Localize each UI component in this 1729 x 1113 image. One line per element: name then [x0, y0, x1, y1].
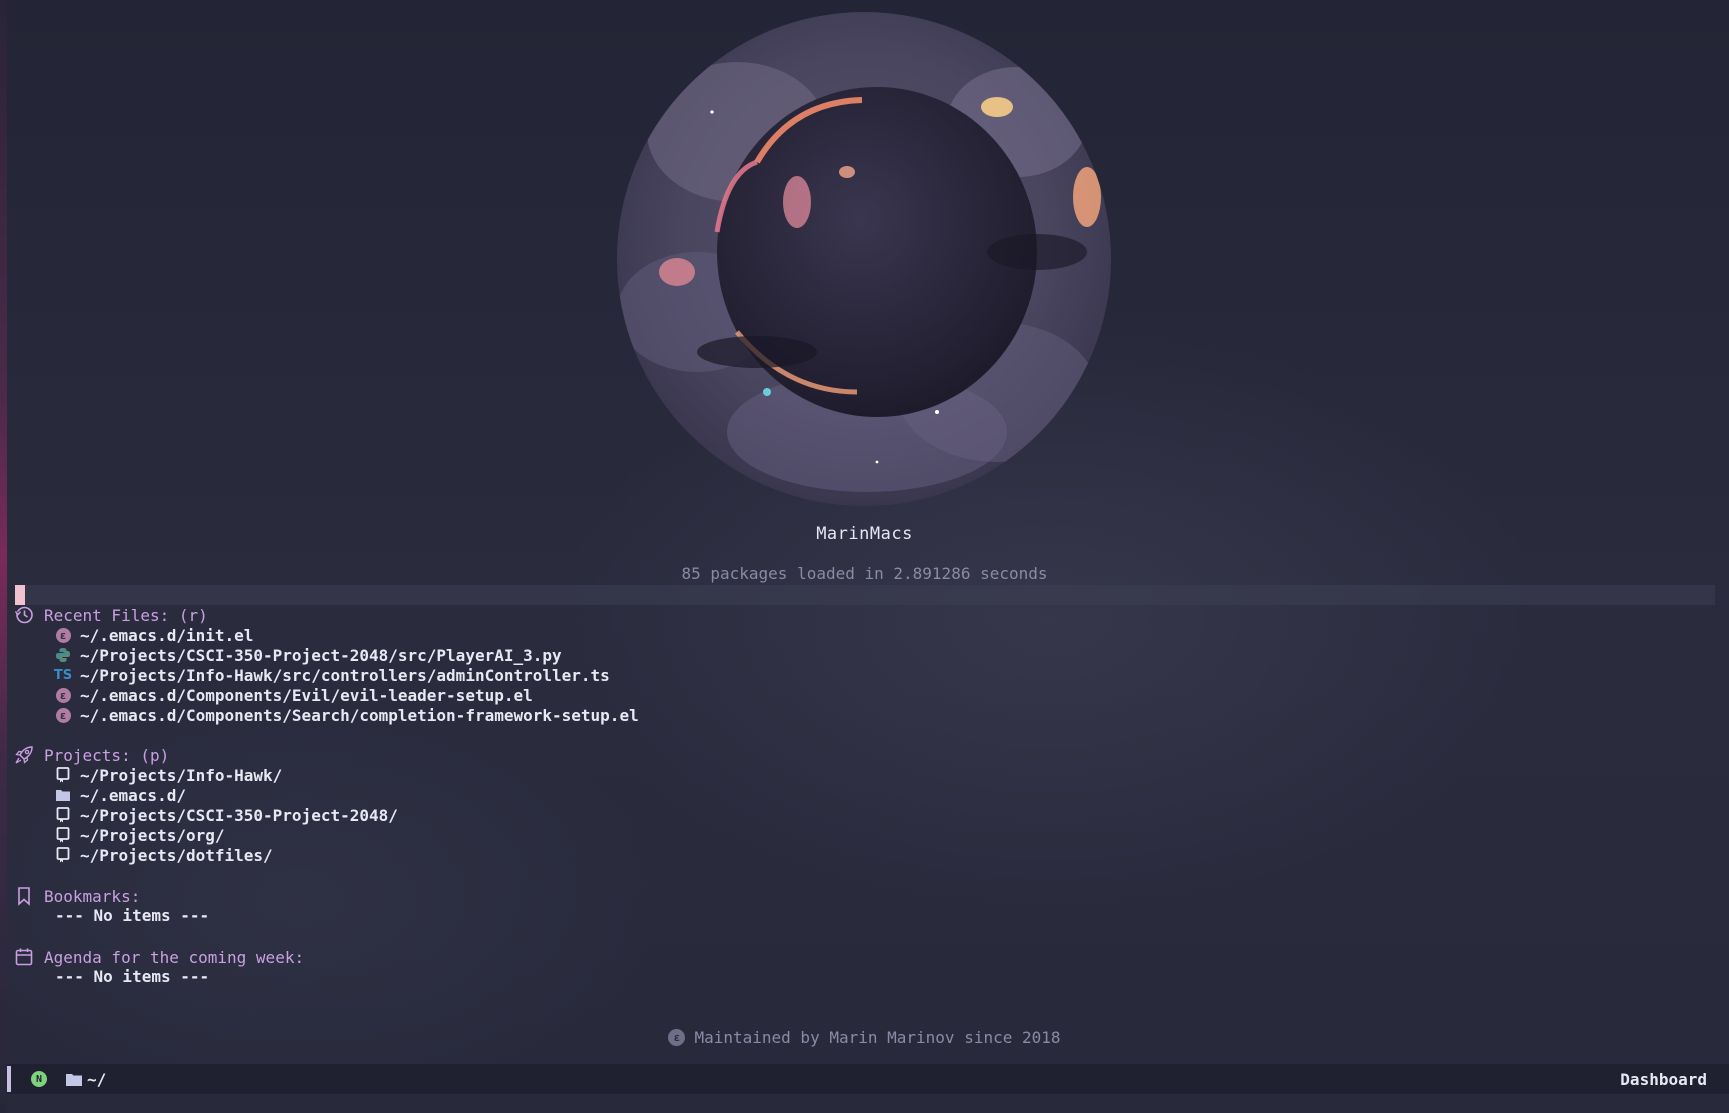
- repo-icon: [54, 766, 72, 784]
- emacs-icon: ε: [54, 626, 72, 644]
- project-item[interactable]: ~/Projects/org/: [14, 825, 398, 845]
- recent-file-item[interactable]: ε ~/.emacs.d/init.el: [14, 625, 639, 645]
- recent-file-item[interactable]: ε ~/.emacs.d/Components/Search/completio…: [14, 705, 639, 725]
- emacs-icon: ε: [54, 706, 72, 724]
- text-cursor: [15, 585, 25, 605]
- project-item[interactable]: ~/.emacs.d/: [14, 785, 398, 805]
- bookmarks-heading-label: Bookmarks:: [44, 886, 141, 906]
- history-icon: [14, 605, 36, 625]
- banner-title: MarinMacs: [816, 524, 913, 544]
- agenda-section: Agenda for the coming week: --- No items…: [14, 947, 304, 987]
- mode-line-directory: ~/: [87, 1069, 107, 1089]
- footer-text: Maintained by Marin Marinov since 2018: [694, 1028, 1061, 1047]
- project-path: ~/Projects/Info-Hawk/: [80, 765, 283, 785]
- mode-line-bar: [7, 1066, 11, 1092]
- repo-icon: [54, 806, 72, 824]
- recent-file-path: ~/.emacs.d/init.el: [80, 625, 254, 645]
- project-item[interactable]: ~/Projects/Info-Hawk/: [14, 765, 398, 785]
- projects-section: Projects: (p) ~/Projects/Info-Hawk/ ~/.e…: [14, 745, 398, 865]
- recent-files-section: Recent Files: (r) ε ~/.emacs.d/init.el ~…: [14, 605, 639, 725]
- recent-file-path: ~/.emacs.d/Components/Evil/evil-leader-s…: [80, 685, 533, 705]
- rocket-icon: [14, 745, 36, 765]
- window-edge: [0, 0, 7, 1113]
- project-item[interactable]: ~/Projects/CSCI-350-Project-2048/: [14, 805, 398, 825]
- projects-heading[interactable]: Projects: (p): [14, 745, 398, 765]
- typescript-icon: TS: [53, 667, 73, 683]
- recent-file-item[interactable]: TS ~/Projects/Info-Hawk/src/controllers/…: [14, 665, 639, 685]
- recent-files-heading-label: Recent Files: (r): [44, 605, 208, 625]
- calendar-icon: [14, 947, 36, 967]
- agenda-empty-message: --- No items ---: [55, 967, 210, 986]
- agenda-heading-label: Agenda for the coming week:: [44, 947, 305, 967]
- project-path: ~/Projects/dotfiles/: [80, 845, 273, 865]
- python-icon: [54, 646, 72, 664]
- agenda-heading[interactable]: Agenda for the coming week:: [14, 947, 304, 967]
- emacs-icon: ε: [54, 686, 72, 704]
- project-path: ~/Projects/org/: [80, 825, 225, 845]
- evil-state-indicator: N: [31, 1071, 47, 1087]
- startup-time-message: 85 packages loaded in 2.891286 seconds: [681, 564, 1048, 583]
- mode-line-buffer-name: Dashboard: [1620, 1069, 1707, 1089]
- emacs-icon: ε: [668, 1029, 686, 1046]
- current-line-highlight: [15, 585, 1715, 605]
- project-path: ~/.emacs.d/: [80, 785, 186, 805]
- repo-icon: [54, 826, 72, 844]
- banner-image: [617, 12, 1112, 507]
- repo-icon: [54, 846, 72, 864]
- folder-icon: [54, 786, 72, 804]
- recent-file-path: ~/Projects/CSCI-350-Project-2048/src/Pla…: [80, 645, 562, 665]
- projects-heading-label: Projects: (p): [44, 745, 170, 765]
- recent-file-path: ~/.emacs.d/Components/Search/completion-…: [80, 705, 639, 725]
- project-path: ~/Projects/CSCI-350-Project-2048/: [80, 805, 398, 825]
- recent-file-item[interactable]: ε ~/.emacs.d/Components/Evil/evil-leader…: [14, 685, 639, 705]
- bookmark-icon: [14, 886, 36, 906]
- project-item[interactable]: ~/Projects/dotfiles/: [14, 845, 398, 865]
- dashboard-footer: ε Maintained by Marin Marinov since 2018: [0, 1028, 1729, 1047]
- bookmarks-empty-message: --- No items ---: [55, 906, 210, 925]
- folder-icon: [65, 1072, 83, 1087]
- recent-files-heading[interactable]: Recent Files: (r): [14, 605, 639, 625]
- bookmarks-heading[interactable]: Bookmarks:: [14, 886, 209, 906]
- recent-file-item[interactable]: ~/Projects/CSCI-350-Project-2048/src/Pla…: [14, 645, 639, 665]
- mode-line: N ~/ Dashboard: [7, 1064, 1729, 1094]
- recent-file-path: ~/Projects/Info-Hawk/src/controllers/adm…: [80, 665, 610, 685]
- bookmarks-section: Bookmarks: --- No items ---: [14, 886, 209, 926]
